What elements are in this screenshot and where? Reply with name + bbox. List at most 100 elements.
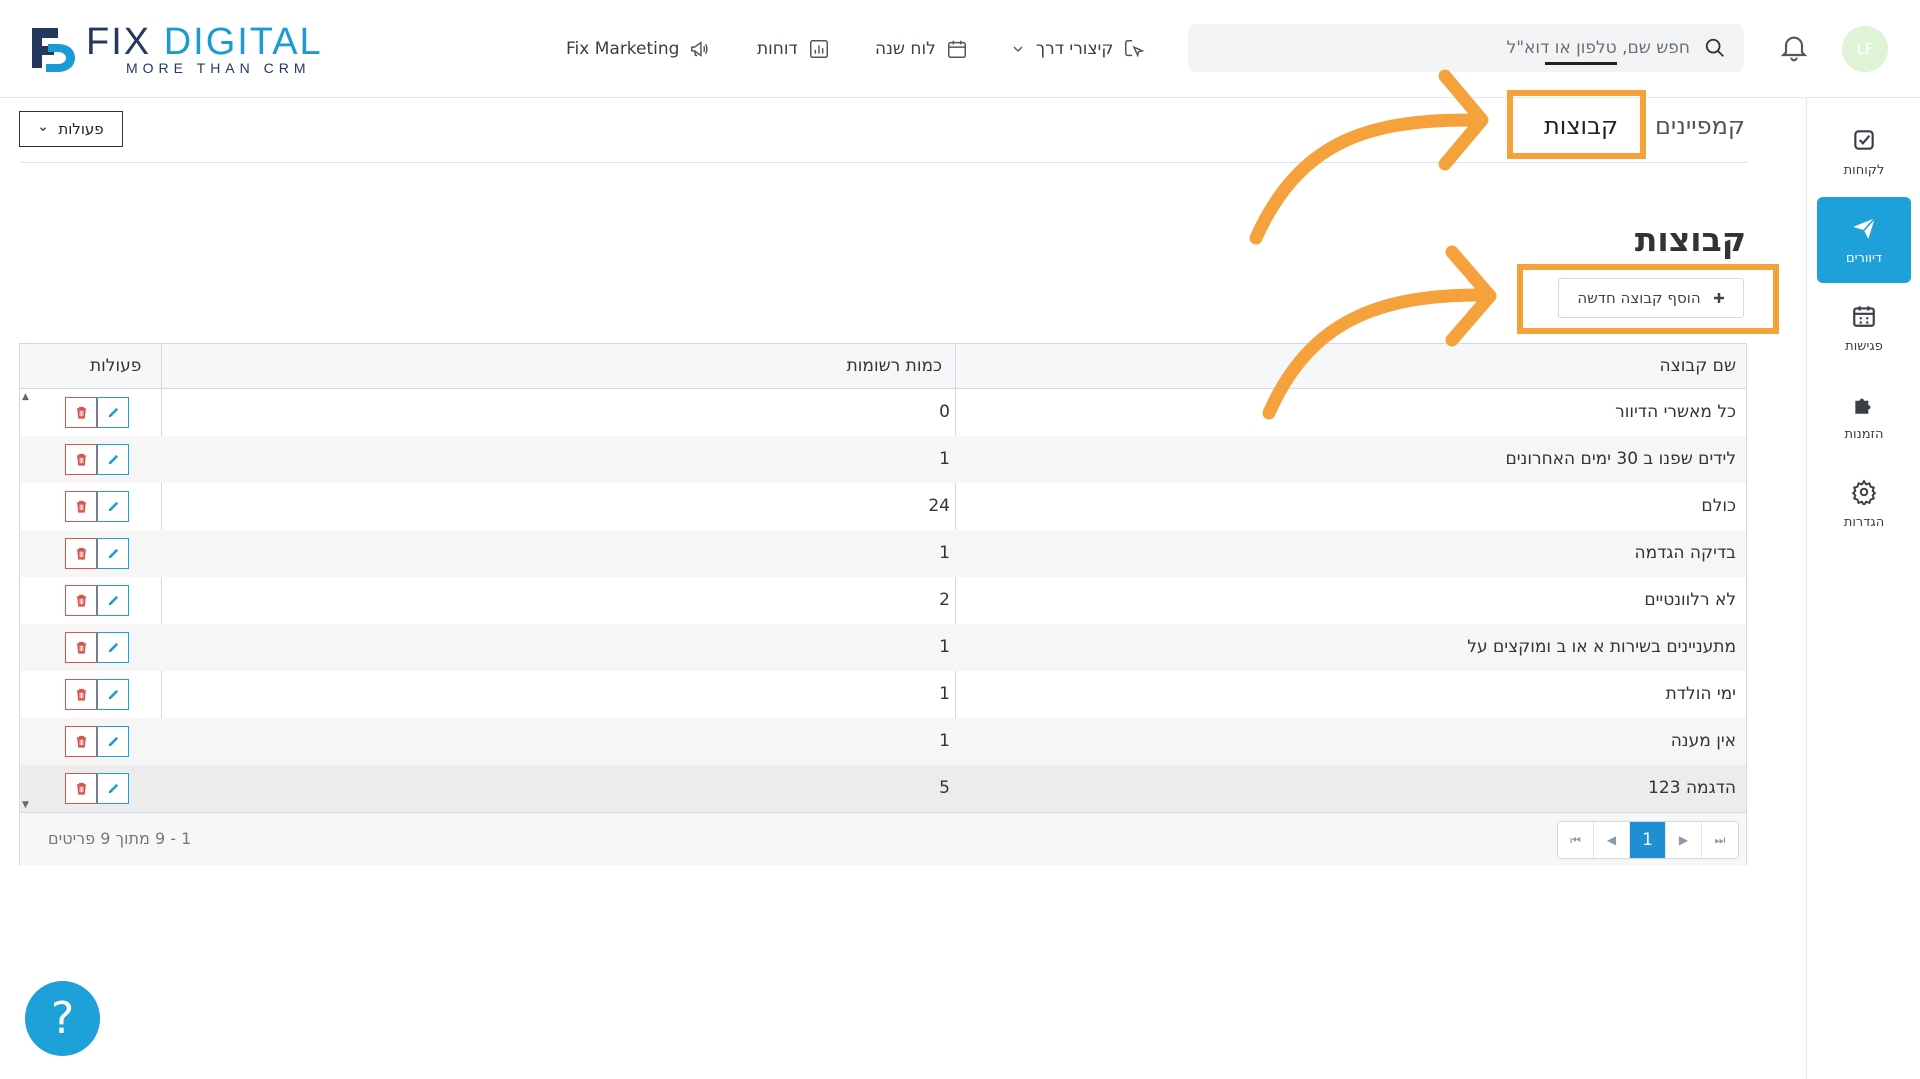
previous-page-icon: ◀ [1606,833,1617,847]
sidebar-item-meetings-label: פגישות [1845,338,1883,354]
search-icon[interactable] [1704,37,1726,59]
next-page-button[interactable]: ▶ [1666,822,1702,858]
actions-dropdown[interactable]: פעולות [19,111,123,147]
record-count-cell: 1 [939,543,950,563]
last-page-button[interactable]: ⏭ [1702,822,1738,858]
calendar-grid-icon [1853,305,1875,327]
actions-dropdown-label: פעולות [58,120,104,138]
record-count-cell: 1 [939,731,950,751]
table-row[interactable]: ימי הולדת 1 [20,671,1746,718]
record-count-cell: 1 [939,637,950,657]
last-page-icon: ⏭ [1714,832,1726,847]
record-count-cell: 0 [939,402,950,422]
sidebar-item-meetings[interactable]: פגישות [1817,285,1911,371]
pencil-icon [108,454,118,465]
delete-button[interactable] [65,491,97,522]
edit-button[interactable] [97,538,129,569]
nav-shortcuts[interactable]: קיצורי דרך [1010,34,1145,64]
delete-button[interactable] [65,773,97,804]
delete-button[interactable] [65,538,97,569]
trash-icon [76,406,86,419]
page-title: קבוצות [1634,220,1746,259]
logo-mark-icon [32,28,75,72]
table-row[interactable]: כל מאשרי הדיוור 0 [20,389,1746,436]
delete-button[interactable] [65,632,97,663]
active-tab-underline [1545,62,1617,65]
pencil-icon [108,407,118,418]
column-header-record-count[interactable]: כמות רשומות [847,344,942,388]
search-input[interactable] [1228,37,1692,59]
trash-icon [76,688,86,701]
delete-button[interactable] [65,585,97,616]
tab-highlight-box [1507,90,1646,159]
pencil-icon [108,501,118,512]
puzzle-icon [1855,398,1871,414]
edit-button[interactable] [97,491,129,522]
top-header: FIX DIGITAL MORE THAN CRM Fix Marketing … [0,0,1920,98]
table-row[interactable]: לידים שפנו ב 30 ימים האחרונים 1 [20,436,1746,483]
user-avatar[interactable]: LF [1842,26,1888,72]
first-page-icon: ⏮ [1570,832,1581,847]
trash-icon [76,782,86,795]
scroll-up-arrow[interactable]: ▲ [22,392,32,402]
logo-tagline: MORE THAN CRM [126,60,311,76]
scroll-down-arrow[interactable]: ▼ [22,800,32,810]
edit-button[interactable] [97,444,129,475]
nav-calendar[interactable]: לוח שנה [875,34,968,64]
table-row[interactable]: מתעניינים בשירות א או ב ומוקצים על 1 [20,624,1746,671]
pencil-icon [108,689,118,700]
sidebar-item-customers[interactable]: לקוחות [1817,109,1911,195]
sidebar-item-settings-label: הגדרות [1843,514,1885,530]
notification-bell-icon[interactable] [1778,30,1810,64]
nav-fix-marketing-label: Fix Marketing [566,39,680,59]
group-name-cell: הדגמה 123 [1648,778,1736,798]
help-button[interactable]: ? [25,981,100,1056]
chevron-down-icon [1013,46,1023,52]
delete-button[interactable] [65,444,97,475]
edit-button[interactable] [97,726,129,757]
sidebar-item-orders-label: הזמנות [1844,426,1884,442]
bar-chart-icon [809,40,828,58]
right-sidebar: לקוחות דיוורים פגישות הזמנות הגדרות [1806,98,1920,1079]
group-name-cell: כל מאשרי הדיוור [1615,402,1736,422]
previous-page-button[interactable]: ◀ [1594,822,1630,858]
record-count-cell: 5 [939,778,950,798]
edit-button[interactable] [97,397,129,428]
current-page-button[interactable]: 1 [1630,822,1666,858]
table-row[interactable]: כולם 24 [20,483,1746,530]
logo-word-digital: DIGITAL [163,21,323,63]
sidebar-item-orders[interactable]: הזמנות [1817,373,1911,459]
nav-reports-label: דוחות [757,39,798,59]
column-header-group-name[interactable]: שם קבוצה [1660,344,1736,388]
table-row[interactable]: לא רלוונטיים 2 [20,577,1746,624]
table-row[interactable]: אין מענה 1 [20,718,1746,765]
sidebar-item-settings[interactable]: הגדרות [1817,461,1911,547]
fix-digital-logo[interactable]: FIX DIGITAL MORE THAN CRM [28,22,348,76]
edit-button[interactable] [97,679,129,710]
chevron-down-icon [40,127,47,132]
tab-campaigns[interactable]: קמפיינים [1655,112,1745,140]
table-row[interactable]: הדגמה 123 5 [20,765,1746,812]
pencil-icon [108,595,118,606]
nav-fix-marketing[interactable]: Fix Marketing [566,34,711,64]
delete-button[interactable] [65,679,97,710]
edit-button[interactable] [97,632,129,663]
group-name-cell: בדיקה הגדמה [1634,543,1736,563]
groups-table: שם קבוצה כמות רשומות פעולות כל מאשרי הדי… [19,343,1747,865]
record-count-cell: 2 [939,590,950,610]
table-row[interactable]: בדיקה הגדמה 1 [20,530,1746,577]
nav-reports[interactable]: דוחות [757,34,830,64]
trash-icon [76,547,86,560]
delete-button[interactable] [65,397,97,428]
first-page-button[interactable]: ⏮ [1558,822,1594,858]
record-count-cell: 24 [928,496,950,516]
delete-button[interactable] [65,726,97,757]
edit-button[interactable] [97,773,129,804]
sidebar-item-mailings-label: דיוורים [1846,250,1882,266]
group-name-cell: לא רלוונטיים [1644,590,1736,610]
pencil-icon [108,548,118,559]
edit-button[interactable] [97,585,129,616]
sidebar-item-mailings[interactable]: דיוורים [1817,197,1911,283]
search-bar[interactable] [1188,24,1744,72]
logo-wordmark: FIX DIGITAL [86,22,323,62]
